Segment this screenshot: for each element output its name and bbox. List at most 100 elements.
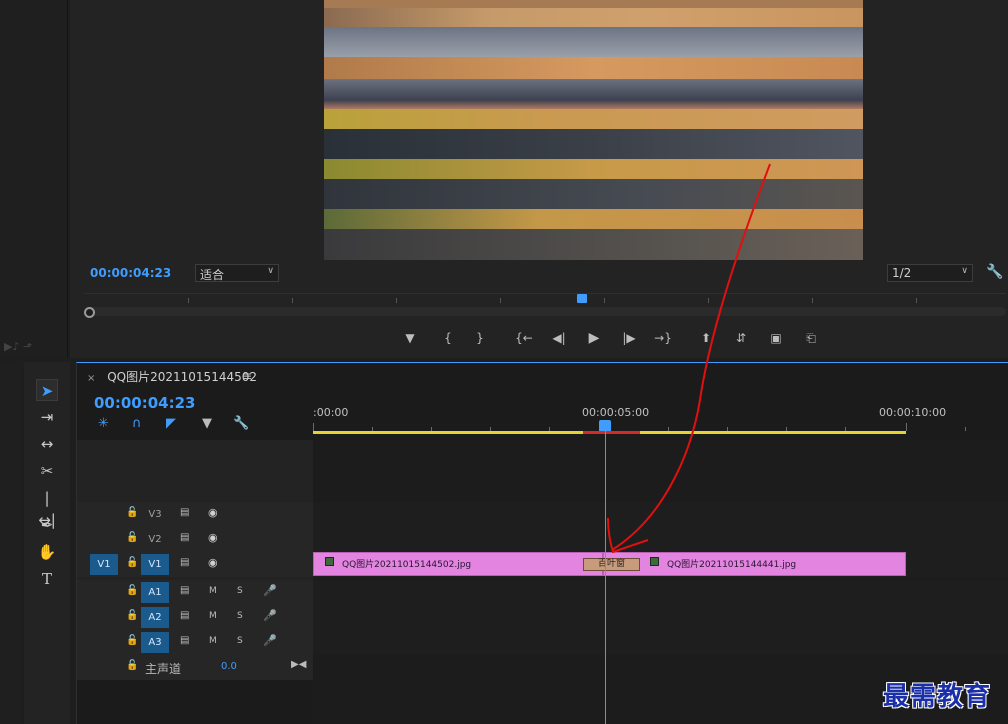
mute-button[interactable]: M — [209, 636, 217, 646]
mute-button[interactable]: M — [209, 586, 217, 596]
track-lane-a1[interactable] — [313, 580, 1008, 605]
go-to-in-icon[interactable]: {← — [514, 328, 534, 348]
eye-icon[interactable]: ◉ — [208, 506, 218, 519]
mute-button[interactable]: M — [209, 611, 217, 621]
sequence-tab[interactable]: × QQ图片20211015144502 — [87, 368, 257, 385]
lock-icon[interactable]: 🔓 — [126, 610, 138, 621]
mark-out-icon[interactable]: } — [470, 328, 490, 348]
resolution-dropdown[interactable]: 1/2 ∨ — [887, 264, 973, 282]
solo-button[interactable]: S — [237, 636, 243, 646]
track-a2: 🔓 A2 ▤ M S 🎤 — [77, 605, 1008, 630]
snap-magnet-icon[interactable]: ∩ — [132, 416, 142, 431]
track-target-a1[interactable]: A1 — [141, 582, 169, 603]
fx-badge-icon — [650, 557, 659, 566]
camera-icon[interactable]: ▣ — [766, 328, 786, 348]
pen-tool-icon[interactable]: ✒ — [36, 514, 58, 536]
add-marker-icon[interactable]: ▼ — [400, 328, 420, 348]
lock-icon[interactable]: 🔓 — [126, 585, 138, 596]
sync-lock-icon[interactable]: ▤ — [180, 635, 189, 646]
track-a1: 🔓 A1 ▤ M S 🎤 — [77, 580, 1008, 605]
track-target-a3[interactable]: A3 — [141, 632, 169, 653]
timeline-playhead[interactable] — [599, 420, 611, 431]
microphone-icon[interactable]: 🎤 — [263, 634, 277, 647]
transition-effect[interactable]: 百叶窗 — [583, 558, 640, 571]
monitor-time-ruler[interactable] — [84, 293, 1006, 305]
microphone-icon[interactable]: 🎤 — [263, 584, 277, 597]
wrench-icon[interactable]: 🔧 — [233, 416, 249, 431]
panel-menu-icon[interactable]: ≡ — [242, 369, 252, 383]
track-lane-a3[interactable] — [313, 630, 1008, 655]
clip-1[interactable]: QQ图片20211015144502.jpg — [313, 552, 603, 576]
go-to-out-icon[interactable]: →} — [653, 328, 673, 348]
chevron-down-icon: ∨ — [961, 266, 968, 276]
microphone-icon[interactable]: 🎤 — [263, 609, 277, 622]
mark-in-icon[interactable]: { — [438, 328, 458, 348]
wrench-icon[interactable]: 🔧 — [986, 264, 1003, 280]
monitor-playhead[interactable] — [577, 294, 587, 303]
track-v3: 🔓 V3 ▤ ◉ — [77, 502, 1008, 527]
master-volume-value[interactable]: 0.0 — [221, 661, 237, 672]
solo-button[interactable]: S — [237, 611, 243, 621]
fit-dropdown[interactable]: 适合 ∨ — [195, 264, 279, 282]
track-target-v1[interactable]: V1 — [141, 554, 169, 575]
track-lane-v3[interactable] — [313, 502, 1008, 527]
step-back-icon[interactable]: ◀| — [549, 328, 569, 348]
track-lane-v2[interactable] — [313, 527, 1008, 552]
lock-icon[interactable]: 🔓 — [126, 557, 138, 568]
timeline-timecode[interactable]: 00:00:04:23 — [94, 394, 196, 412]
linked-selection-icon[interactable]: ◤ — [166, 416, 176, 431]
hand-tool-icon[interactable]: ✋ — [36, 541, 58, 563]
close-tab-icon[interactable]: × — [87, 373, 95, 384]
clip-2[interactable]: QQ图片20211015144441.jpg — [603, 552, 906, 576]
playhead-line — [605, 431, 606, 724]
master-track-label: 主声道 — [145, 662, 182, 676]
sync-lock-icon[interactable]: ▤ — [180, 585, 189, 596]
master-track: 🔓 主声道 0.0 ▶◀ — [77, 655, 313, 680]
source-patch-v1[interactable]: V1 — [90, 554, 118, 575]
track-target-v3[interactable]: V3 — [141, 504, 169, 525]
lock-icon[interactable]: 🔓 — [126, 507, 138, 518]
go-to-end-icon[interactable]: ▶◀ — [291, 659, 306, 670]
sync-lock-icon[interactable]: ▤ — [180, 507, 189, 518]
track-target-a2[interactable]: A2 — [141, 607, 169, 628]
zoom-handle[interactable] — [84, 307, 95, 318]
track-target-v2[interactable]: V2 — [141, 529, 169, 550]
selection-tool-icon[interactable]: ➤ — [36, 379, 58, 401]
extract-icon[interactable]: ⇵ — [731, 328, 751, 348]
program-video-frame — [324, 0, 863, 260]
track-a3: 🔓 A3 ▤ M S 🎤 — [77, 630, 1008, 655]
fx-badge-icon — [325, 557, 334, 566]
nest-icon[interactable]: ✳ — [98, 416, 109, 431]
ripple-edit-tool-icon[interactable]: ↔ — [36, 433, 58, 455]
razor-tool-icon[interactable]: ✂ — [36, 460, 58, 482]
sync-lock-icon[interactable]: ▤ — [180, 557, 189, 568]
lock-icon[interactable]: 🔓 — [126, 532, 138, 543]
play-icon[interactable]: ▶ — [584, 328, 604, 348]
ruler-label-start: :00:00 — [313, 406, 349, 419]
sequence-name: QQ图片20211015144502 — [107, 370, 257, 384]
lock-icon[interactable]: 🔓 — [126, 635, 138, 646]
step-forward-icon[interactable]: |▶ — [619, 328, 639, 348]
track-lane-a2[interactable] — [313, 605, 1008, 630]
project-panel-edge — [0, 0, 68, 358]
clip-2-name: QQ图片20211015144441.jpg — [667, 560, 797, 570]
watermark-logo: 最需教育 — [883, 682, 992, 712]
monitor-zoom-scrollbar[interactable] — [84, 307, 1006, 316]
lift-icon[interactable]: ⬆ — [696, 328, 716, 348]
sync-lock-icon[interactable]: ▤ — [180, 610, 189, 621]
type-tool-icon[interactable]: T — [36, 568, 58, 590]
solo-button[interactable]: S — [237, 586, 243, 596]
slip-tool-icon[interactable]: |↔| — [36, 487, 58, 529]
add-marker-icon[interactable]: ▼ — [202, 416, 212, 431]
resolution-dropdown-value: 1/2 — [892, 266, 912, 280]
tools-panel: ➤ ⇥ ↔ ✂ |↔| ✒ ✋ T — [24, 362, 70, 724]
lock-icon[interactable]: 🔓 — [126, 660, 138, 671]
track-select-tool-icon[interactable]: ⇥ — [36, 406, 58, 428]
panel-icons[interactable]: ▶♪ ⬏ — [4, 340, 32, 353]
sync-lock-icon[interactable]: ▤ — [180, 532, 189, 543]
compare-view-icon[interactable]: ⎗ — [801, 328, 821, 348]
eye-icon[interactable]: ◉ — [208, 556, 218, 569]
clip-1-name: QQ图片20211015144502.jpg — [342, 560, 472, 570]
program-timecode[interactable]: 00:00:04:23 — [90, 266, 171, 280]
eye-icon[interactable]: ◉ — [208, 531, 218, 544]
